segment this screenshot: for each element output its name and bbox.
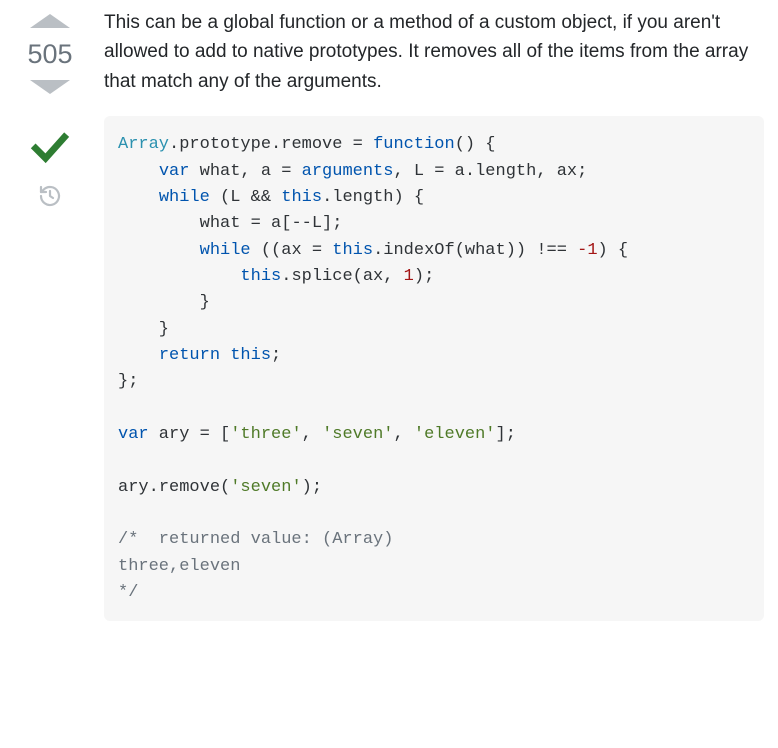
answer-post: 505 This can be a global function or a m… [0, 0, 778, 621]
upvote-icon[interactable] [30, 14, 70, 28]
history-icon[interactable] [38, 184, 62, 208]
vote-count: 505 [27, 38, 72, 70]
accepted-check-icon [30, 126, 70, 166]
answer-content: This can be a global function or a metho… [84, 8, 766, 621]
answer-text: This can be a global function or a metho… [104, 8, 764, 96]
code-block[interactable]: Array.prototype.remove = function() { va… [104, 116, 764, 620]
vote-column: 505 [16, 8, 84, 621]
downvote-icon[interactable] [30, 80, 70, 94]
